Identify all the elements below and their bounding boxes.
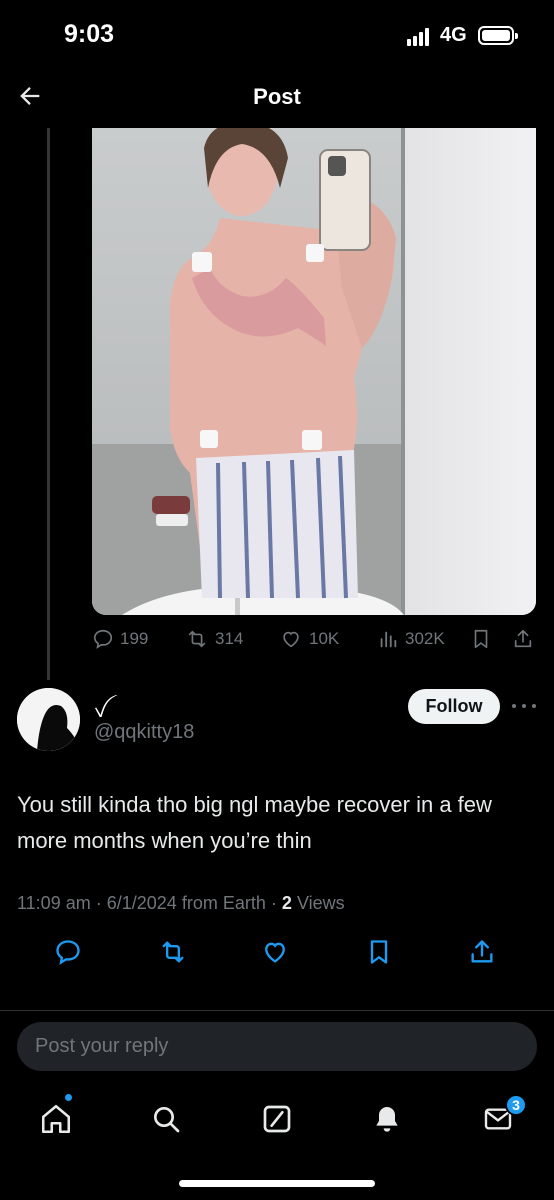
search-icon xyxy=(154,1107,180,1133)
follow-button[interactable]: Follow xyxy=(408,689,500,724)
reply-count: 199 xyxy=(120,629,149,648)
engagement-bar: 199 314 10K 302K xyxy=(92,624,540,654)
status-bar: 9:03 4G xyxy=(0,0,554,70)
like-button[interactable] xyxy=(255,932,295,972)
share-button[interactable] xyxy=(512,624,534,654)
bookmark-button[interactable] xyxy=(470,624,492,654)
post-media-image[interactable] xyxy=(92,128,536,615)
repost-button[interactable] xyxy=(153,932,193,972)
reply-actions xyxy=(0,932,554,972)
post-source: from Earth xyxy=(181,893,266,913)
meta-separator: · xyxy=(95,893,102,913)
bookmark-button[interactable] xyxy=(359,932,399,972)
status-time: 9:03 xyxy=(64,20,115,48)
repost-icon xyxy=(188,630,206,648)
home-unread-dot xyxy=(65,1094,72,1101)
header: Post xyxy=(0,70,554,128)
user-handle[interactable]: @qqkitty18 xyxy=(94,721,194,744)
grok-icon xyxy=(263,1105,291,1133)
bottom-tab-bar xyxy=(0,1090,554,1150)
share-button[interactable] xyxy=(462,932,502,972)
repost-icon xyxy=(162,941,184,963)
repost-count-button[interactable]: 314 xyxy=(185,624,243,654)
battery-icon xyxy=(478,26,518,45)
reply-button[interactable] xyxy=(48,932,88,972)
comment-icon xyxy=(93,629,113,649)
tab-grok[interactable] xyxy=(252,1094,302,1144)
like-count: 10K xyxy=(309,629,340,648)
reply-input[interactable] xyxy=(17,1022,537,1071)
post-date: 6/1/2024 xyxy=(106,893,177,913)
more-options-icon[interactable] xyxy=(510,696,538,716)
reply-text: You still kinda tho big ngl maybe recove… xyxy=(17,792,492,853)
avatar-image xyxy=(17,688,80,751)
repost-count: 314 xyxy=(215,629,244,648)
home-indicator xyxy=(179,1180,375,1187)
bookmark-icon xyxy=(370,940,388,964)
share-icon xyxy=(514,629,532,648)
heart-icon xyxy=(265,942,285,963)
reply-compose[interactable] xyxy=(17,1022,537,1071)
analytics-icon xyxy=(380,631,397,648)
like-count-button[interactable]: 10K xyxy=(279,624,339,654)
share-icon xyxy=(471,940,493,963)
selfie-photo xyxy=(92,128,536,615)
thread-line xyxy=(47,128,50,680)
network-type: 4G xyxy=(440,24,467,46)
messages-badge: 3 xyxy=(505,1094,527,1116)
views-number: 2 xyxy=(281,893,292,913)
bell-icon xyxy=(376,1107,398,1132)
tab-notifications[interactable] xyxy=(362,1094,412,1144)
views-label: Views xyxy=(296,893,345,913)
heart-icon xyxy=(283,631,299,648)
tab-home[interactable] xyxy=(31,1094,81,1144)
views-count: 302K xyxy=(405,629,445,648)
divider xyxy=(0,1010,554,1011)
bookmark-icon xyxy=(474,629,488,649)
signal-icon xyxy=(407,28,433,46)
comment-icon xyxy=(56,940,80,965)
post-time: 11:09 am xyxy=(17,893,91,913)
tab-search[interactable] xyxy=(141,1094,191,1144)
meta-separator: · xyxy=(270,893,277,913)
page-title: Post xyxy=(253,84,301,109)
avatar[interactable] xyxy=(17,688,80,751)
post-meta: 11:09 am · 6/1/2024 from Earth · 2 Views xyxy=(17,893,345,914)
reply-count-button[interactable]: 199 xyxy=(92,624,148,654)
home-icon xyxy=(41,1104,71,1134)
views-count-button[interactable]: 302K xyxy=(377,624,445,654)
